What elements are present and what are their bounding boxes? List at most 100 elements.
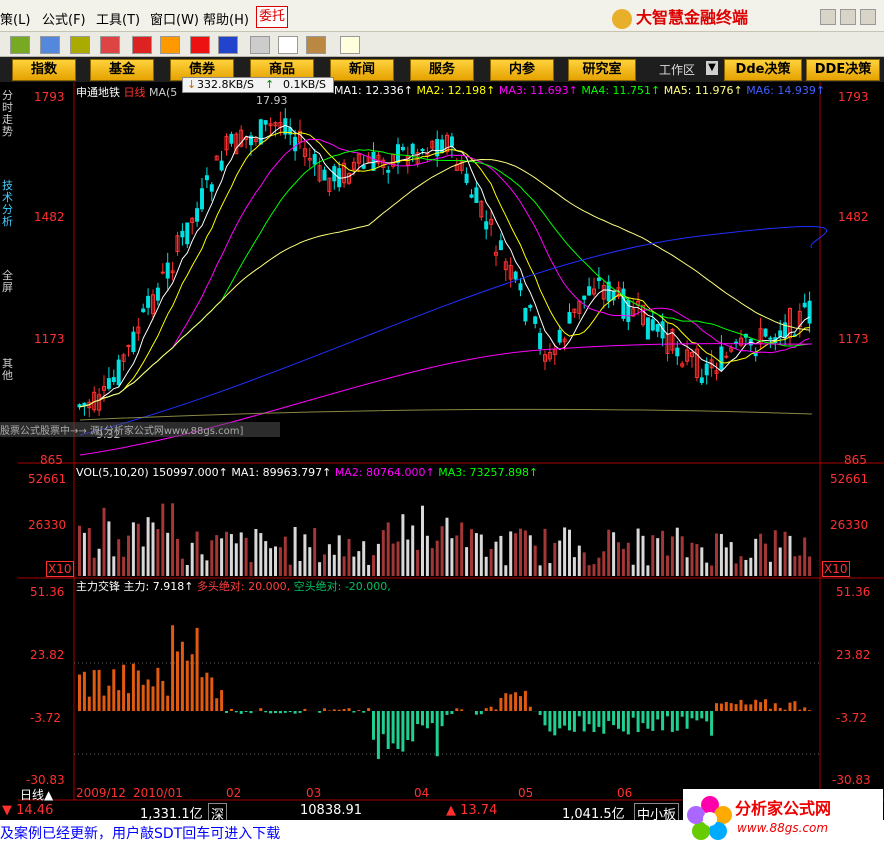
volume-bar [700, 547, 704, 576]
tab-technical[interactable]: 技术分析 [2, 180, 16, 236]
price-ylabel-left: 1793 [34, 90, 65, 104]
nav-research-button[interactable]: 研究室 [568, 59, 636, 81]
chevron-down-icon[interactable]: ▼ [706, 61, 718, 75]
ind-ylabel-right: 51.36 [836, 585, 871, 599]
menu-formula[interactable]: 公式(F) [42, 9, 86, 28]
indicator-bar [651, 711, 655, 731]
diamond-icon[interactable] [160, 36, 180, 54]
indicator-bar [666, 711, 669, 717]
indicator-bar [685, 711, 689, 729]
entrust-button[interactable]: 委托 [256, 6, 288, 28]
volume-bar [715, 533, 718, 576]
indicator-bar [274, 711, 277, 714]
info-icon[interactable] [218, 36, 238, 54]
volume-bar [793, 556, 797, 576]
candle [371, 151, 376, 171]
indicator-bar [421, 711, 424, 726]
candle [283, 118, 288, 135]
volume-bar [82, 532, 86, 576]
workspace-label[interactable]: 工作区 [659, 61, 695, 78]
nav-service-button[interactable]: 服务 [410, 59, 474, 81]
volume-bar [264, 541, 268, 576]
volume-bar [646, 565, 650, 576]
volume-bar [225, 531, 228, 576]
candle [807, 300, 812, 324]
nav-news-button[interactable]: 新闻 [330, 59, 394, 81]
candle [724, 355, 729, 358]
help-pointer-icon[interactable] [340, 36, 360, 54]
menu-strategy[interactable]: 策(L) [0, 9, 30, 28]
candle [214, 155, 219, 161]
dde-decision-button[interactable]: Dde决策 [724, 59, 802, 81]
volume-bar [352, 556, 356, 576]
indicator-bar [117, 690, 121, 711]
indicator-bar [367, 708, 371, 711]
candle [572, 308, 577, 313]
maximize-icon[interactable] [840, 9, 856, 25]
volume-bar [690, 542, 694, 576]
candle [386, 169, 391, 173]
menu-window[interactable]: 窗口(W) [150, 9, 199, 28]
candle [234, 133, 239, 155]
candle [160, 271, 165, 274]
indicator-bar [484, 708, 488, 711]
stock-list-icon[interactable] [10, 36, 30, 54]
indicator-bar [523, 690, 527, 711]
volume-bar [298, 561, 302, 576]
indicator-bar [675, 711, 679, 731]
volume-bar [362, 541, 366, 576]
alert-icon[interactable] [100, 36, 120, 54]
period-switch-button[interactable]: 日线▲ [20, 786, 53, 803]
search-icon[interactable] [70, 36, 90, 54]
tab-fullscreen[interactable]: 全屏 [2, 270, 16, 298]
volume-bar [680, 536, 684, 576]
minimize-icon[interactable] [820, 9, 836, 25]
candle [111, 377, 116, 383]
indicator-bar [582, 711, 586, 732]
candle [337, 168, 342, 188]
candle [151, 294, 155, 315]
nav-insider-button[interactable]: 内参 [490, 59, 554, 81]
indicator-bar [568, 711, 571, 731]
indicator-bar [215, 698, 219, 711]
volume-bar [215, 535, 219, 576]
print-icon[interactable] [250, 36, 270, 54]
volume-bar [195, 531, 199, 576]
candle [141, 308, 146, 313]
books-icon[interactable] [306, 36, 326, 54]
volume-bar [705, 562, 709, 576]
nav-fund-button[interactable]: 基金 [90, 59, 154, 81]
ma-long-line [79, 343, 813, 456]
volume-bar [401, 514, 405, 576]
price-ylabel-left: 1173 [34, 332, 65, 346]
menu-tools[interactable]: 工具(T) [96, 9, 140, 28]
close-icon[interactable] [860, 9, 876, 25]
chart-icon[interactable] [132, 36, 152, 54]
volume-bar [288, 564, 292, 576]
volume-bar [509, 531, 513, 576]
volume-bar [337, 535, 341, 576]
stock-name: 申通地铁 [76, 86, 120, 99]
candle [288, 127, 293, 135]
indicator-bar [411, 711, 415, 742]
tab-intraday[interactable]: 分时走势 [2, 90, 16, 146]
hot-icon[interactable] [190, 36, 210, 54]
dde-decision-button-2[interactable]: DDE决策 [806, 59, 880, 81]
menu-help[interactable]: 帮助(H) [203, 9, 249, 28]
candle [200, 188, 204, 210]
volume-bar [416, 549, 420, 576]
indicator-bar [430, 711, 434, 724]
ind-ylabel-left: 23.82 [30, 648, 65, 662]
candle [729, 347, 734, 352]
tab-other[interactable]: 其他 [2, 358, 16, 386]
volume-bar [455, 535, 459, 576]
ma-line [79, 158, 810, 408]
indicator-bar [78, 674, 81, 711]
candle [435, 138, 440, 157]
layout-icon[interactable] [278, 36, 298, 54]
volume-bar [411, 525, 415, 576]
indicator-bar [528, 706, 532, 711]
volume-bar [190, 542, 194, 576]
nav-index-button[interactable]: 指数 [12, 59, 76, 81]
report-icon[interactable] [40, 36, 60, 54]
